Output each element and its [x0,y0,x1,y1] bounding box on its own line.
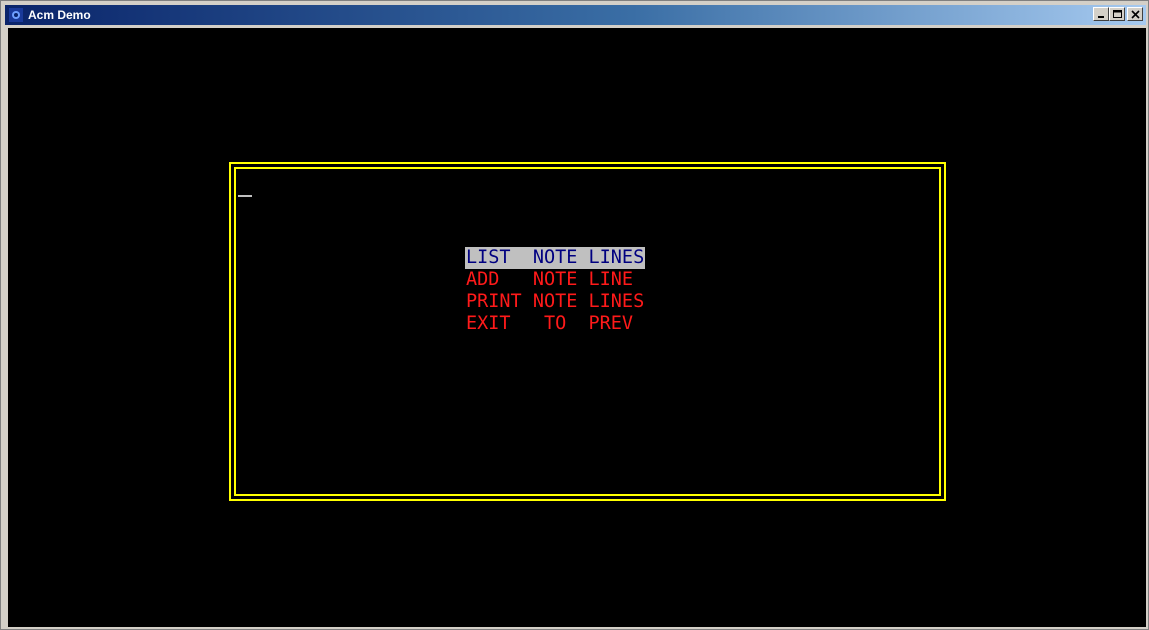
menu-item-row: ADD NOTE LINE [465,269,645,291]
terminal-screen[interactable]: LIST NOTE LINES ADD NOTE LINE PRINT NOTE L… [8,28,1146,627]
app-window: Acm Demo LIST NOTE LINES ADD NOTE LINE P… [0,0,1149,630]
minimize-button[interactable] [1093,7,1109,21]
maximize-button[interactable] [1109,7,1125,21]
menu-item-exit[interactable]: EXIT TO PREV [465,313,634,334]
menu-item-row: LIST NOTE LINES [465,247,646,269]
maximize-icon [1113,10,1122,18]
menu-item-print[interactable]: PRINT NOTE LINES [465,291,645,312]
app-icon[interactable] [8,7,24,23]
title-bar[interactable]: Acm Demo [5,5,1146,25]
menu-item-add[interactable]: ADD NOTE LINE [465,269,634,290]
close-icon [1131,10,1140,19]
menu-item-row: EXIT TO PREV [465,313,645,335]
note-menu: LIST NOTE LINES ADD NOTE LINE PRINT NOTE L… [465,247,646,335]
text-cursor [238,195,252,197]
close-button[interactable] [1127,7,1143,21]
window-controls [1093,7,1143,21]
window-title: Acm Demo [28,8,91,22]
menu-item-list[interactable]: LIST NOTE LINES [465,247,646,269]
menu-item-row: PRINT NOTE LINES [465,291,645,313]
minimize-icon [1098,16,1104,18]
